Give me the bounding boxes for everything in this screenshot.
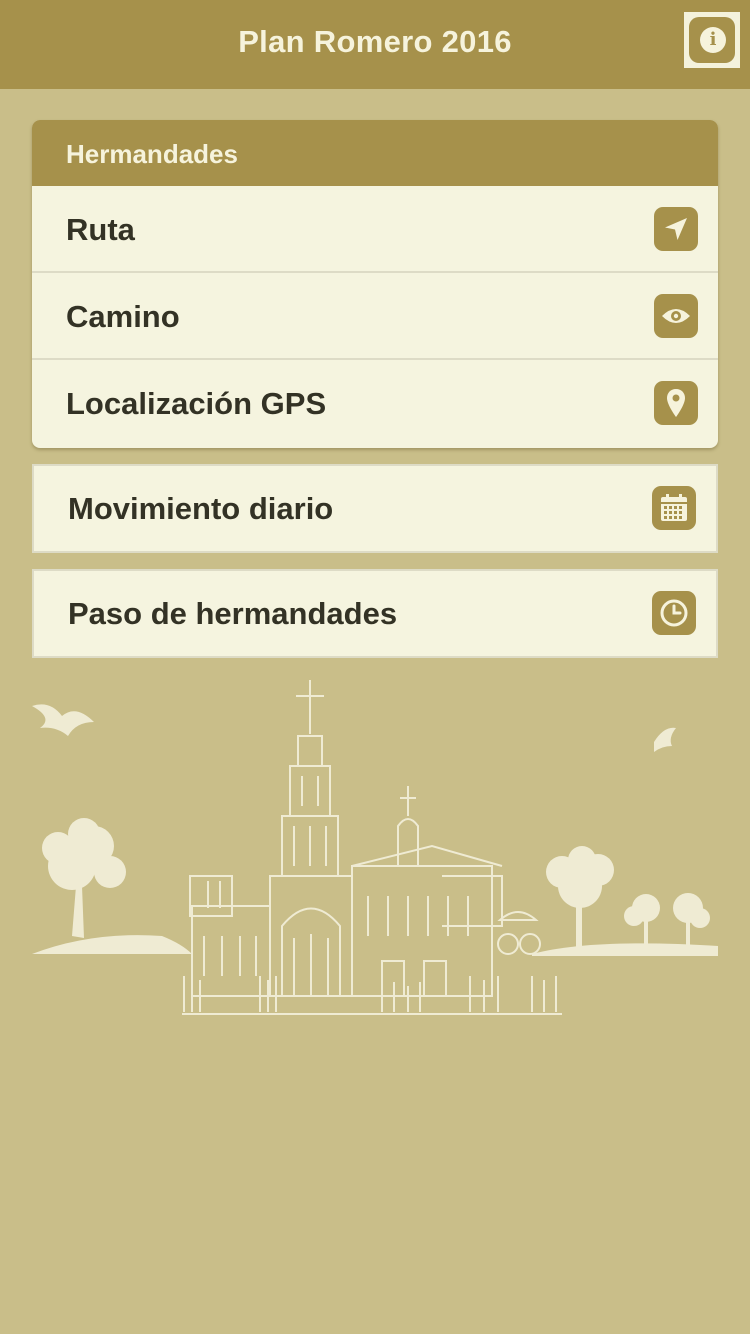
info-icon: i xyxy=(689,17,735,63)
paso-hermandades-card: Paso de hermandades xyxy=(32,569,718,658)
group-title: Hermandades xyxy=(66,139,238,169)
menu-item-label: Paso de hermandades xyxy=(68,596,398,631)
movimiento-diario-card: Movimiento diario xyxy=(32,464,718,553)
menu-item-camino[interactable]: Camino xyxy=(32,273,718,360)
group-header: Hermandades xyxy=(32,120,718,186)
menu-item-label: Movimiento diario xyxy=(68,491,334,526)
menu-item-localizacion-gps[interactable]: Localización GPS xyxy=(32,360,718,447)
app-title: Plan Romero 2016 xyxy=(238,24,512,59)
info-glyph: i xyxy=(700,27,726,53)
nav-bar: Plan Romero 2016 i xyxy=(0,0,750,89)
hermandades-group: Hermandades Ruta Camino Localización GPS xyxy=(32,120,718,448)
eye-icon xyxy=(654,294,698,338)
menu-item-label: Ruta xyxy=(66,212,135,247)
menu-item-movimiento-diario[interactable]: Movimiento diario xyxy=(34,466,716,551)
menu-item-label: Localización GPS xyxy=(66,386,327,421)
map-pin-icon xyxy=(654,381,698,425)
navigation-arrow-icon xyxy=(654,207,698,251)
calendar-icon xyxy=(652,486,696,530)
info-button[interactable]: i xyxy=(684,12,740,68)
menu-item-paso-de-hermandades[interactable]: Paso de hermandades xyxy=(34,571,716,656)
clock-icon xyxy=(652,591,696,635)
menu-item-label: Camino xyxy=(66,299,180,334)
sanctuary-illustration xyxy=(32,680,718,1015)
menu-item-ruta[interactable]: Ruta xyxy=(32,186,718,273)
